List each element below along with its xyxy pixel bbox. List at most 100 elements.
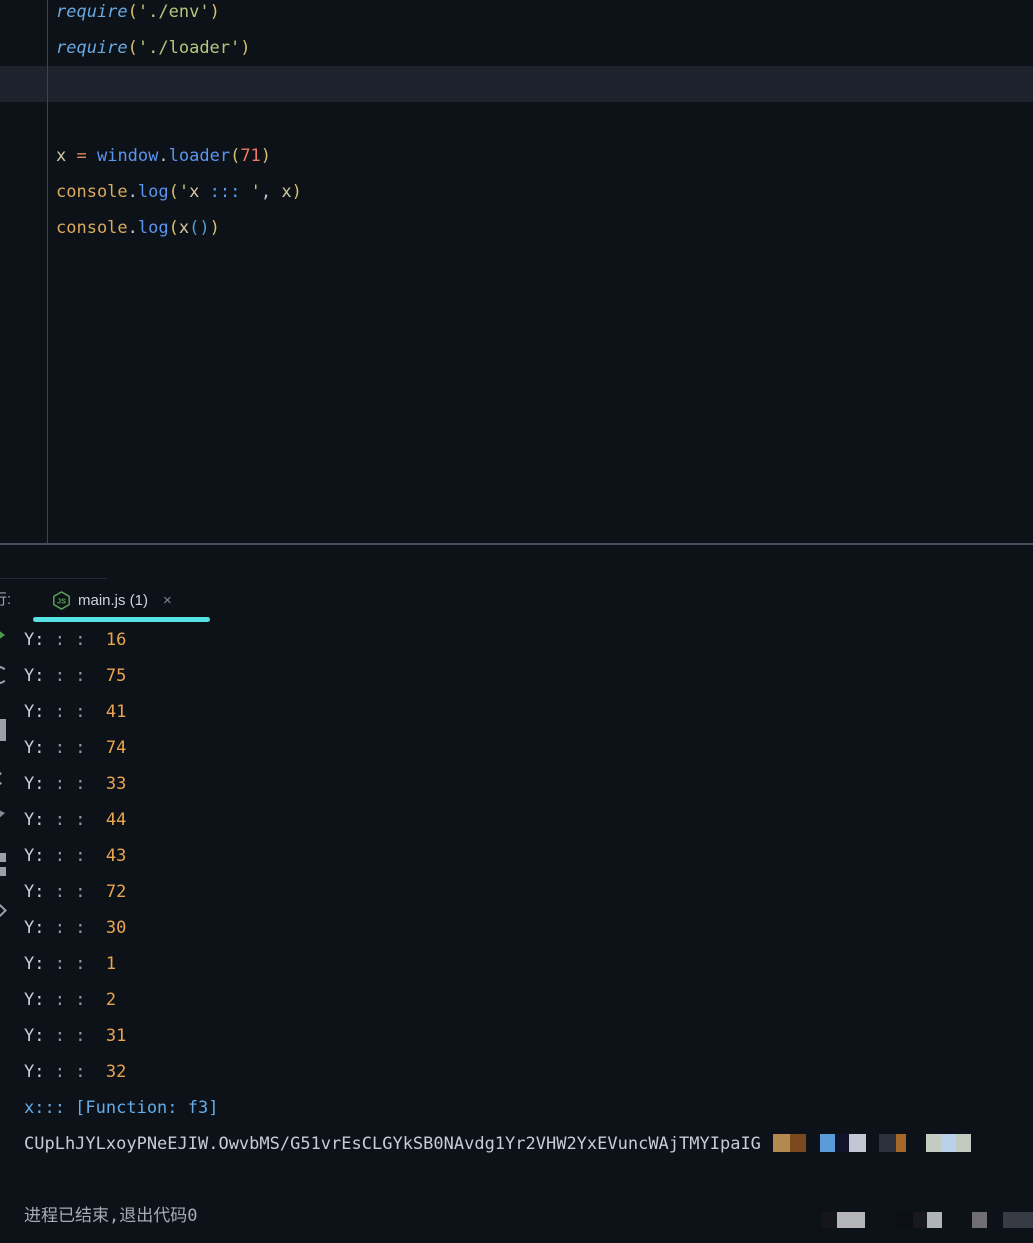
toolbar-icon-fragment[interactable] <box>0 809 5 820</box>
output-gap <box>85 954 105 974</box>
nodejs-icon: JS <box>52 591 71 610</box>
toolbar-stop-icon-fragment[interactable] <box>0 719 6 741</box>
code-area[interactable]: require('./env')require('./loader')x = w… <box>0 0 1033 246</box>
output-gap <box>85 774 105 794</box>
code-token: . <box>128 182 138 202</box>
editor-line[interactable] <box>0 102 1033 138</box>
output-value: 44 <box>106 810 126 830</box>
code-token: ) <box>240 38 250 58</box>
emoji-block <box>926 1134 941 1152</box>
tab-close-icon[interactable]: × <box>163 592 172 609</box>
output-value: 16 <box>106 630 126 650</box>
code-token: ::: <box>210 182 241 202</box>
emoji-block <box>837 1212 865 1228</box>
editor-console-divider[interactable] <box>0 543 1033 545</box>
output-value: 41 <box>106 702 126 722</box>
console-row: Y: : : 2 <box>0 982 1033 1018</box>
output-label: Y: <box>24 990 44 1010</box>
output-gap <box>85 810 105 830</box>
console-row: 进程已结束,退出代码0 <box>0 1198 1033 1234</box>
code-token: x <box>281 182 291 202</box>
editor-current-line[interactable] <box>0 66 1033 102</box>
output-value: 31 <box>106 1026 126 1046</box>
editor-line[interactable]: require('./loader') <box>0 30 1033 66</box>
gutter-divider <box>47 0 48 543</box>
tab-title: main.js (1) <box>78 592 148 609</box>
run-tab-bar: 行: JS main.js (1) × <box>0 578 1033 622</box>
toolbar-icon-fragment[interactable] <box>0 867 6 876</box>
console-row: Y: : : 75 <box>0 658 1033 694</box>
code-token: require <box>56 38 128 58</box>
editor-line[interactable]: console.log(x()) <box>0 210 1033 246</box>
output-label: Y: <box>24 1062 44 1082</box>
code-token: ) <box>261 146 271 166</box>
output-separators: : : <box>44 738 85 758</box>
console-row: CUpLhJYLxoyPNeEJIW.OwvbMS/G51vrEsCLGYkSB… <box>0 1126 1033 1162</box>
output-separators: : : <box>44 810 85 830</box>
output-gap <box>85 846 105 866</box>
code-token: x <box>179 218 189 238</box>
emoji-block <box>956 1134 971 1152</box>
output-label: Y: <box>24 918 44 938</box>
output-value: 2 <box>106 990 116 1010</box>
code-token: './env' <box>138 2 210 22</box>
output-value: 72 <box>106 882 126 902</box>
output-value: 43 <box>106 846 126 866</box>
output-separators: : : <box>44 702 85 722</box>
emoji-block <box>773 1134 790 1152</box>
output-value: 1 <box>106 954 116 974</box>
code-token: x <box>56 146 66 166</box>
emoji-block <box>879 1134 896 1152</box>
code-token: window <box>97 146 158 166</box>
output-separators: : : <box>44 954 85 974</box>
console-row: x::: [Function: f3] <box>0 1090 1033 1126</box>
emoji-block <box>941 1134 956 1152</box>
output-gap <box>85 990 105 1010</box>
code-token: . <box>158 146 168 166</box>
console-row: Y: : : 44 <box>0 802 1033 838</box>
output-gap <box>85 702 105 722</box>
console-output: Y: : : 16Y: : : 75Y: : : 41Y: : : 74Y: :… <box>0 622 1033 1234</box>
output-label: Y: <box>24 738 44 758</box>
editor-line[interactable]: require('./env') <box>0 0 1033 30</box>
code-token: console <box>56 218 128 238</box>
console-row: Y: : : 43 <box>0 838 1033 874</box>
run-label: 行: <box>0 578 11 622</box>
editor-line[interactable]: console.log('x ::: ', x) <box>0 174 1033 210</box>
output-separators: : : <box>44 774 85 794</box>
editor-line[interactable]: x = window.loader(71) <box>0 138 1033 174</box>
code-token: log <box>138 218 169 238</box>
code-token <box>240 182 250 202</box>
svg-text:JS: JS <box>57 596 66 605</box>
output-value: 33 <box>106 774 126 794</box>
code-token: = <box>66 146 97 166</box>
console-row: Y: : : 33 <box>0 766 1033 802</box>
code-token: ) <box>210 2 220 22</box>
emoji-block <box>820 1134 835 1152</box>
code-token: x <box>189 182 199 202</box>
code-token: ' <box>251 182 261 202</box>
output-gap <box>85 738 105 758</box>
output-gap <box>85 1062 105 1082</box>
code-token: ' <box>179 182 189 202</box>
code-token: () <box>189 218 209 238</box>
run-tab[interactable]: JS main.js (1) × <box>52 578 172 622</box>
editor-pane[interactable]: require('./env')require('./loader')x = w… <box>0 0 1033 543</box>
output-text: CUpLhJYLxoyPNeEJIW.OwvbMS/G51vrEsCLGYkSB… <box>24 1134 761 1154</box>
output-label: Y: <box>24 954 44 974</box>
output-separators: : : <box>44 918 85 938</box>
emoji-block <box>835 1134 849 1152</box>
output-label: Y: <box>24 846 44 866</box>
console-row <box>0 1162 1033 1198</box>
output-separators: : : <box>44 630 85 650</box>
code-token: ( <box>230 146 240 166</box>
code-token: ( <box>169 218 179 238</box>
console-row: Y: : : 30 <box>0 910 1033 946</box>
toolbar-rerun-icon-fragment[interactable] <box>0 629 5 641</box>
output-separators: : : <box>44 882 85 902</box>
output-gap <box>85 882 105 902</box>
code-token: './loader' <box>138 38 240 58</box>
output-separators: : : <box>44 990 85 1010</box>
toolbar-icon-fragment[interactable] <box>0 853 6 862</box>
console-row: Y: : : 72 <box>0 874 1033 910</box>
